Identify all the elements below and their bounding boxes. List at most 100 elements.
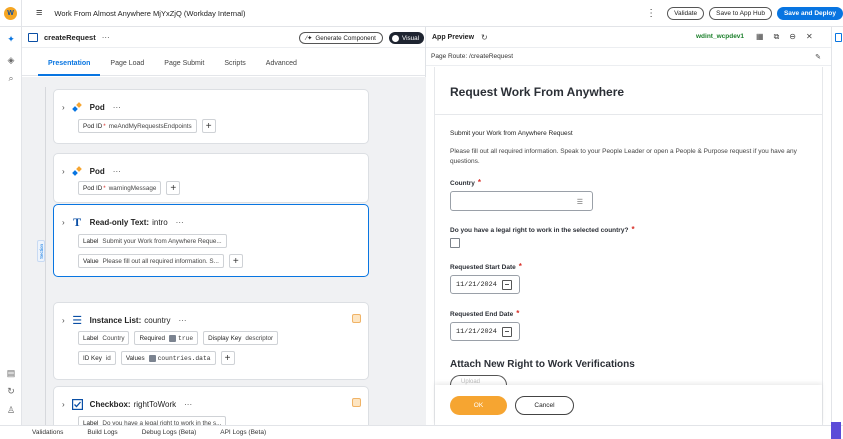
field-value: meAndMyRequestsEndpoints (108, 122, 192, 130)
assistant-launcher-icon[interactable] (831, 422, 841, 439)
expand-chevron-icon[interactable]: › (62, 400, 65, 409)
save-to-app-hub-button[interactable]: Save to App Hub (709, 6, 772, 20)
form-description: Please fill out all required information… (450, 148, 797, 165)
logo-mark: W (4, 6, 17, 20)
required-mark: * (477, 178, 482, 187)
pod-id-field[interactable]: Pod ID * meAndMyRequestsEndpoints (78, 119, 197, 133)
add-property-button[interactable]: + (201, 119, 216, 133)
add-property-button[interactable]: + (166, 181, 181, 195)
field-value: id (105, 354, 111, 362)
more-options-icon[interactable]: ⋮ (646, 8, 656, 19)
open-window-icon[interactable]: ⧉ (774, 32, 780, 42)
card-header: › Pod ··· (62, 165, 121, 177)
tenant-name[interactable]: wdint_wcpdev1 (696, 33, 744, 40)
workday-logo[interactable]: W (0, 0, 22, 27)
user-icon[interactable]: ♙ (5, 404, 17, 416)
required-mark: * (103, 122, 106, 130)
section-tag-label: Section (39, 243, 45, 260)
ok-button[interactable]: OK (450, 396, 507, 415)
legal-right-checkbox[interactable] (450, 238, 460, 248)
tab-page-load[interactable]: Page Load (100, 60, 154, 75)
hamburger-menu-icon[interactable]: ≡ (36, 7, 42, 19)
section-guide-line (45, 87, 46, 427)
country-label: Country * (450, 178, 482, 187)
calendar-icon[interactable] (502, 327, 512, 337)
card-fields: Pod ID * warningMessage + (78, 181, 181, 195)
preview-toolbar: ▦ ⧉ ⊖ ✕ (756, 32, 813, 42)
field-value: true (178, 334, 194, 342)
expand-chevron-icon[interactable]: › (62, 218, 65, 227)
panel-icon[interactable] (835, 33, 842, 42)
add-property-button[interactable]: + (228, 254, 243, 268)
required-field[interactable]: Required true (134, 331, 199, 345)
pod-id-field[interactable]: Pod ID * warningMessage (78, 181, 162, 195)
expand-chevron-icon[interactable]: › (62, 316, 65, 325)
value-field[interactable]: Value Please fill out all required infor… (78, 254, 224, 268)
end-date-input[interactable]: 11/21/2024 (450, 322, 520, 341)
top-actions: ⋮ Validate Save to App Hub Save and Depl… (646, 6, 843, 20)
toggle-knob (392, 34, 399, 42)
card-more-icon[interactable]: ··· (184, 400, 192, 409)
generate-component-button[interactable]: ⁄✦ Generate Component (299, 32, 383, 44)
expand-chevron-icon[interactable]: › (62, 103, 65, 112)
calendar-icon[interactable] (502, 280, 512, 290)
add-property-button[interactable]: + (220, 351, 235, 365)
text-icon: T (73, 214, 82, 229)
card-more-icon[interactable]: ··· (178, 316, 186, 325)
sparkle-icon[interactable]: ✦ (5, 33, 17, 45)
values-field[interactable]: Values countries.data (120, 351, 216, 365)
visual-toggle[interactable]: Visual (389, 32, 424, 44)
component-card-readonly-text[interactable]: › T Read-only Text: intro ··· Label Submi… (53, 204, 369, 277)
tab-page-submit[interactable]: Page Submit (154, 60, 214, 75)
tab-api-logs[interactable]: API Logs (Beta) (220, 429, 266, 436)
file-more-icon[interactable]: ··· (102, 33, 110, 42)
warning-icon[interactable] (352, 314, 361, 323)
notes-icon[interactable]: ▤ (5, 367, 17, 379)
refresh-icon[interactable]: ↻ (481, 33, 488, 42)
zoom-icon[interactable]: ⊖ (789, 32, 796, 42)
card-more-icon[interactable]: ··· (113, 167, 121, 176)
tab-scripts[interactable]: Scripts (214, 60, 255, 75)
card-type: Instance List: country (89, 315, 171, 325)
card-fields: ID Key id Values countries.data + (78, 351, 235, 365)
display-key-field[interactable]: Display Key descriptor (203, 331, 279, 345)
component-card-pod[interactable]: › Pod ··· Pod ID * warningMessage + (53, 153, 369, 203)
component-canvas: Section › Pod ··· Pod ID * meAndMyReques… (22, 77, 426, 436)
search-icon[interactable]: ⌕ (5, 72, 17, 84)
validate-button[interactable]: Validate (667, 6, 705, 20)
component-card-instance-list[interactable]: › ☰ Instance List: country ··· Label Coun… (53, 302, 369, 380)
expand-chevron-icon[interactable]: › (62, 167, 65, 176)
section-tag[interactable]: Section (37, 240, 45, 262)
warning-icon[interactable] (352, 398, 361, 407)
layers-icon[interactable]: ◈ (5, 54, 17, 66)
pod-icon (71, 101, 84, 113)
label-field[interactable]: Label Country (78, 331, 130, 345)
checkbox-icon (71, 398, 84, 410)
tab-advanced[interactable]: Advanced (256, 60, 307, 75)
tab-build-logs[interactable]: Build Logs (87, 429, 117, 436)
form-footer: OK Cancel (435, 385, 822, 425)
field-label: Values (125, 354, 145, 362)
close-icon[interactable]: ✕ (806, 32, 813, 42)
card-more-icon[interactable]: ··· (113, 103, 121, 112)
card-fields: Value Please fill out all required infor… (78, 254, 243, 268)
tab-debug-logs[interactable]: Debug Logs (Beta) (142, 429, 197, 436)
tab-presentation[interactable]: Presentation (38, 60, 101, 76)
start-date-value: 11/21/2024 (456, 280, 497, 289)
card-more-icon[interactable]: ··· (176, 218, 184, 227)
label-field[interactable]: Label Submit your Work from Anywhere Req… (78, 234, 227, 248)
save-and-deploy-button[interactable]: Save and Deploy (776, 6, 843, 20)
country-select[interactable]: ☰ (450, 191, 593, 211)
device-icon[interactable]: ▦ (756, 32, 764, 42)
card-header: › Checkbox: rightToWork ··· (62, 398, 192, 410)
start-date-input[interactable]: 11/21/2024 (450, 275, 520, 294)
legal-right-label: Do you have a legal right to work in the… (450, 225, 635, 234)
id-key-field[interactable]: ID Key id (78, 351, 116, 365)
component-card-pod[interactable]: › Pod ··· Pod ID * meAndMyRequestsEndpoi… (53, 89, 369, 144)
field-label: Pod ID (83, 122, 103, 130)
cancel-button[interactable]: Cancel (515, 396, 574, 415)
edit-route-icon[interactable]: ✎ (815, 53, 821, 61)
card-header: › T Read-only Text: intro ··· (62, 214, 184, 229)
history-icon[interactable]: ↻ (5, 385, 17, 397)
tab-validations[interactable]: Validations (32, 429, 63, 436)
